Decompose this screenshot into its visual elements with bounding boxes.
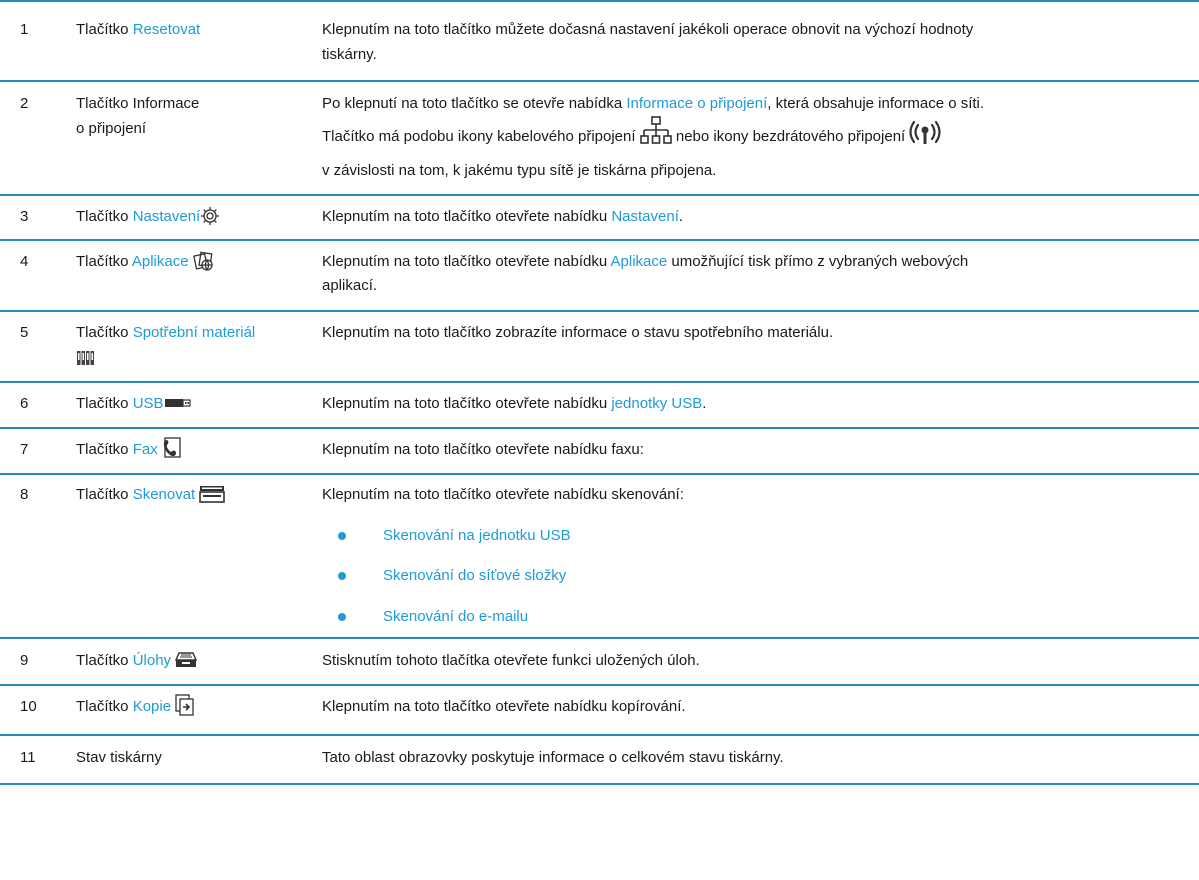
- row-description-line: Klepnutím na toto tlačítko otevřete nabí…: [322, 253, 969, 270]
- row-description-line: v závislosti na tom, k jakému typu sítě …: [322, 162, 717, 179]
- row-button-name: Tlačítko USB: [76, 394, 192, 414]
- scan-to-usb-link[interactable]: Skenování na jednotku USB: [383, 526, 571, 546]
- nastaveni-menu-link[interactable]: Nastavení: [611, 208, 679, 225]
- row-divider: [0, 783, 1199, 785]
- connection-info-link[interactable]: Informace o připojení: [626, 95, 767, 112]
- row-button-name: Tlačítko Skenovat: [76, 485, 226, 505]
- aplikace-menu-link[interactable]: Aplikace: [611, 253, 668, 270]
- row-button-name: Tlačítko Aplikace: [76, 251, 215, 272]
- gear-icon: [201, 206, 220, 225]
- row-number: 7: [20, 441, 29, 458]
- row-divider: [0, 637, 1199, 639]
- row-divider: [0, 734, 1199, 736]
- row-description-line: Tlačítko má podobu ikony kabelového přip…: [322, 116, 941, 147]
- row-number: 5: [20, 324, 29, 341]
- row-number: 9: [20, 652, 29, 669]
- ulohy-link[interactable]: Úlohy: [133, 652, 171, 669]
- row-button-icon: [76, 348, 96, 368]
- row-number: 11: [20, 749, 36, 766]
- bullet-dot: [338, 572, 346, 580]
- row-description-line: tiskárny.: [322, 46, 377, 63]
- row-description-line: Klepnutím na toto tlačítko otevřete nabí…: [322, 208, 684, 225]
- row-button-name: Tlačítko Informace: [76, 95, 200, 112]
- row-divider: [0, 194, 1199, 196]
- usb-menu-link[interactable]: jednotky USB: [611, 395, 702, 412]
- aplikace-link[interactable]: Aplikace: [132, 253, 189, 270]
- row-description-line: Klepnutím na toto tlačítko zobrazíte inf…: [322, 324, 834, 341]
- fax-link[interactable]: Fax: [133, 441, 158, 458]
- usb-icon: [164, 398, 191, 407]
- fax-icon: [163, 437, 181, 458]
- row-description-line: Klepnutím na toto tlačítko otevřete nabí…: [322, 698, 686, 715]
- row-divider: [0, 684, 1199, 686]
- jobs-icon: [175, 651, 198, 667]
- row-description-line: Tato oblast obrazovky poskytuje informac…: [322, 749, 784, 766]
- row-button-name: Stav tiskárny: [76, 749, 162, 766]
- nastaveni-link[interactable]: Nastavení: [133, 208, 201, 225]
- row-description-line: Stisknutím tohoto tlačítka otevřete funk…: [322, 652, 700, 669]
- row-description-line: Klepnutím na toto tlačítko otevřete nabí…: [322, 441, 644, 458]
- row-description-line: Klepnutím na toto tlačítko otevřete nabí…: [322, 486, 684, 503]
- resetovat-link[interactable]: Resetovat: [133, 21, 201, 38]
- wireless-icon: [909, 120, 941, 145]
- scan-to-email-link[interactable]: Skenování do e-mailu: [383, 607, 528, 627]
- apps-icon: [192, 251, 213, 271]
- copy-icon: [175, 694, 194, 716]
- row-button-name: Tlačítko Spotřební materiál: [76, 324, 256, 341]
- row-number: 6: [20, 395, 29, 412]
- row-number: 8: [20, 486, 29, 503]
- skenovat-link[interactable]: Skenovat: [133, 486, 196, 503]
- scan-icon: [199, 485, 226, 503]
- row-button-name: Tlačítko Kopie: [76, 694, 195, 717]
- row-divider: [0, 80, 1199, 82]
- usb-link[interactable]: USB: [133, 395, 164, 412]
- kopie-link[interactable]: Kopie: [133, 698, 171, 715]
- row-divider: [0, 0, 1199, 2]
- bullet-dot: [338, 613, 346, 621]
- row-divider: [0, 381, 1199, 383]
- row-divider: [0, 427, 1199, 429]
- row-button-name: Tlačítko Resetovat: [76, 21, 201, 38]
- row-button-name: Tlačítko Nastavení: [76, 206, 220, 227]
- row-button-name: Tlačítko Úlohy: [76, 651, 198, 671]
- row-divider: [0, 473, 1199, 475]
- row-description-line: Po klepnutí na toto tlačítko se otevře n…: [322, 95, 985, 112]
- scan-to-network-folder-link[interactable]: Skenování do síťové složky: [383, 566, 566, 586]
- row-description-line: Klepnutím na toto tlačítko otevřete nabí…: [322, 395, 707, 412]
- spotrebni-material-link[interactable]: Spotřební materiál: [133, 324, 256, 341]
- row-description-line: Klepnutím na toto tlačítko můžete dočasn…: [322, 21, 974, 38]
- supplies-icon: [77, 351, 94, 366]
- row-button-name: Tlačítko Fax: [76, 437, 182, 460]
- wired-network-icon: [639, 116, 672, 144]
- row-divider: [0, 310, 1199, 312]
- row-number: 2: [20, 95, 29, 112]
- row-number: 4: [20, 253, 29, 270]
- row-number: 10: [20, 698, 37, 715]
- bullet-dot: [338, 532, 346, 540]
- row-number: 3: [20, 208, 29, 225]
- row-button-name: o připojení: [76, 120, 147, 137]
- row-divider: [0, 239, 1199, 241]
- row-number: 1: [20, 21, 29, 38]
- row-description-line: aplikací.: [322, 277, 378, 294]
